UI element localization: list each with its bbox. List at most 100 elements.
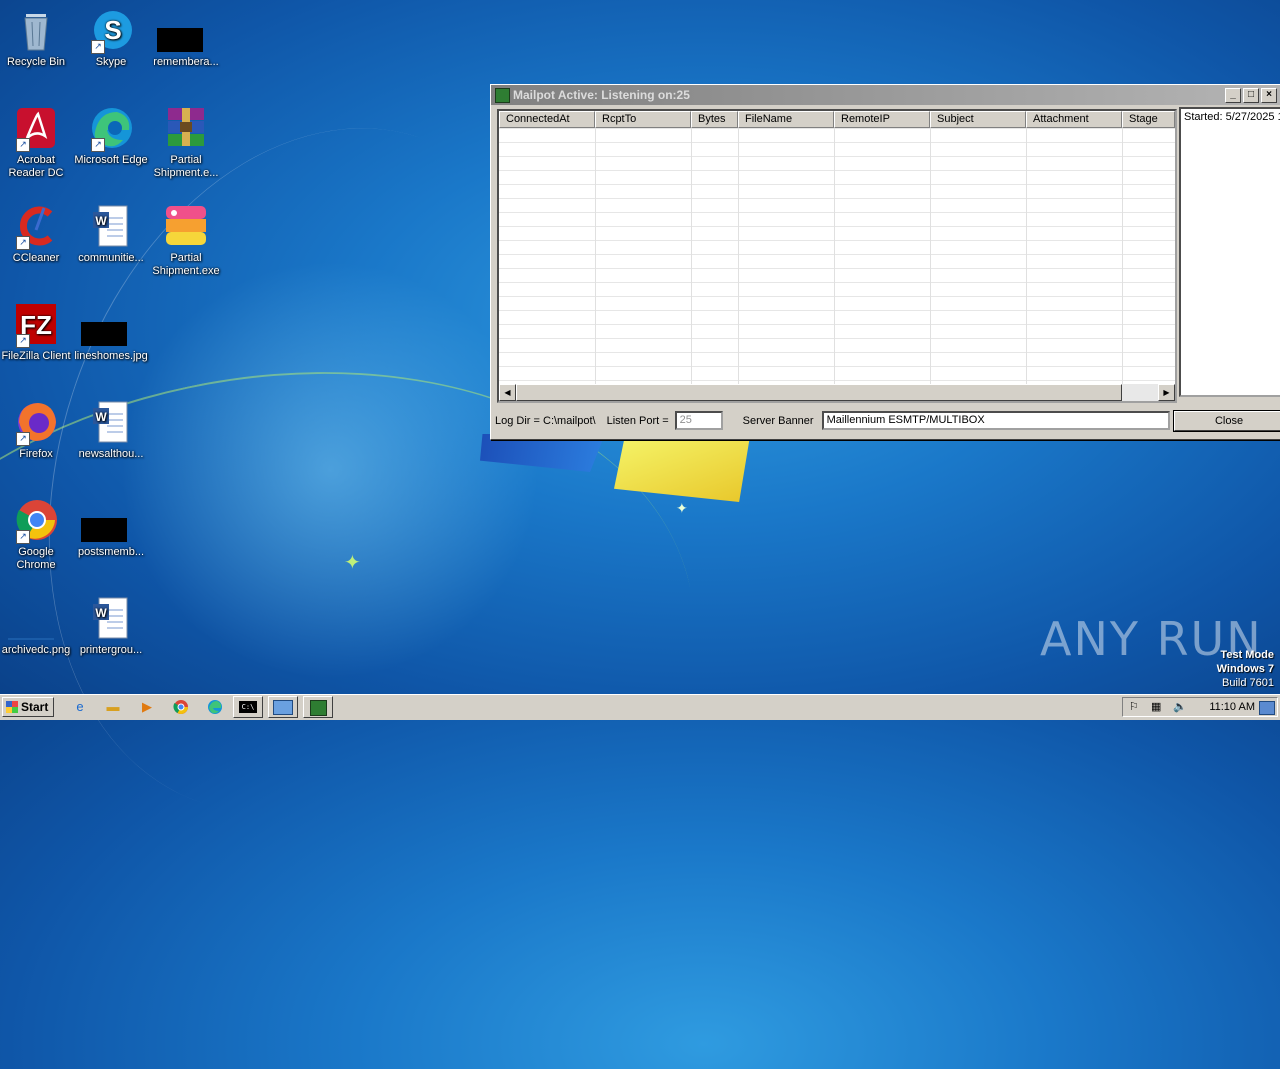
log-pane[interactable]: Started: 5/27/2025 1: [1179, 107, 1280, 397]
file-explorer-icon[interactable]: ▬: [103, 698, 123, 716]
ccleaner-icon: ↗: [14, 204, 58, 250]
black-file-icon: [81, 498, 133, 542]
desktop-icon-label: printergrou...: [79, 644, 143, 656]
grid-line: [738, 128, 739, 384]
desktop-icon-label: Microsoft Edge: [74, 154, 148, 166]
word-document-icon: W: [89, 204, 133, 248]
mailpot-taskbar-icon: [309, 700, 327, 716]
log-dir-label: Log Dir = C:\mailpot\: [495, 414, 596, 427]
column-header-remoteip[interactable]: RemoteIP: [834, 111, 930, 128]
test-mode-notice: Test Mode Windows 7 Build 7601: [1217, 648, 1274, 690]
scrollbar-track[interactable]: [1122, 384, 1158, 401]
desktop-icon-skype[interactable]: S ↗ Skype: [73, 8, 149, 69]
desktop-icon-label: Firefox: [19, 448, 53, 460]
shortcut-arrow-icon: ↗: [16, 236, 30, 250]
column-header-rcptto[interactable]: RcptTo: [595, 111, 691, 128]
horizontal-scrollbar[interactable]: ◀ ▶: [499, 384, 1175, 401]
filezilla-icon: FZ ↗: [14, 302, 58, 348]
desktop-icon-postsmemb[interactable]: postsmemb...: [73, 498, 149, 559]
desktop-icon-filezilla[interactable]: FZ ↗ FileZilla Client: [0, 302, 74, 363]
desktop-icon-label: archivedc.png: [1, 644, 71, 656]
column-header-connectedat[interactable]: ConnectedAt: [499, 111, 595, 128]
build-text: Build 7601: [1222, 677, 1274, 689]
desktop-icon-chrome[interactable]: ↗ Google Chrome: [0, 498, 74, 572]
window-title: Mailpot Active: Listening on:25: [513, 88, 690, 102]
shortcut-arrow-icon: ↗: [91, 40, 105, 54]
minimize-button[interactable]: _: [1225, 88, 1241, 103]
word-document-icon: W: [89, 596, 133, 640]
edge-icon: ↗: [89, 106, 133, 152]
svg-text:W: W: [95, 410, 107, 424]
start-label: Start: [21, 700, 49, 714]
edge-taskbar-icon[interactable]: [205, 698, 225, 716]
close-window-button[interactable]: ×: [1261, 88, 1277, 103]
desktop-icon-remembera[interactable]: remembera...: [148, 8, 224, 69]
column-header-filename[interactable]: FileName: [738, 111, 834, 128]
grid-line: [834, 128, 835, 384]
internet-explorer-icon[interactable]: e: [70, 698, 90, 716]
desktop-icon-recycle-bin[interactable]: Recycle Bin: [0, 8, 74, 69]
mailpot-app-icon: [495, 88, 510, 103]
connections-list[interactable]: ConnectedAt RcptTo Bytes FileName Remote…: [497, 109, 1177, 403]
sparkle-icon: ✦: [676, 500, 688, 516]
black-image-icon: [81, 302, 133, 346]
window-controls: _ □ ×: [1225, 88, 1277, 103]
acrobat-icon: ↗: [14, 106, 58, 152]
desktop-icon-label: lineshomes.jpg: [74, 350, 148, 362]
server-banner-label: Server Banner: [742, 414, 814, 427]
column-header-stage[interactable]: Stage: [1122, 111, 1175, 128]
grid-line: [1122, 128, 1123, 384]
desktop-icon-lineshomes[interactable]: lineshomes.jpg: [73, 302, 149, 363]
window-titlebar[interactable]: Mailpot Active: Listening on:25 _ □ ×: [491, 85, 1280, 105]
media-player-icon[interactable]: ▶: [137, 698, 157, 716]
start-button[interactable]: Start: [2, 697, 54, 717]
maximize-button[interactable]: □: [1243, 88, 1259, 103]
image-file-icon: [8, 596, 58, 640]
column-header-bytes[interactable]: Bytes: [691, 111, 738, 128]
windows-logo-icon: [6, 701, 18, 713]
list-grid: [499, 128, 1175, 384]
grid-line: [1026, 128, 1027, 384]
taskbar-mailpot-button[interactable]: [303, 696, 333, 718]
list-header: ConnectedAt RcptTo Bytes FileName Remote…: [499, 111, 1175, 128]
app-window-icon: [273, 700, 293, 715]
action-center-flag-icon[interactable]: ⚐: [1129, 700, 1139, 713]
black-file-icon: [157, 8, 208, 52]
svg-text:W: W: [95, 606, 107, 620]
shortcut-arrow-icon: ↗: [16, 138, 30, 152]
clock[interactable]: 11:10 AM: [1209, 701, 1255, 713]
taskbar-cmd-button[interactable]: C:\: [233, 696, 263, 718]
desktop-icon-printergrou[interactable]: W printergrou...: [73, 596, 149, 657]
close-button[interactable]: Close: [1173, 410, 1280, 432]
word-document-icon: W: [89, 400, 133, 444]
desktop-icon-ccleaner[interactable]: ↗ CCleaner: [0, 204, 74, 265]
desktop-icon-firefox[interactable]: ↗ Firefox: [0, 400, 74, 461]
scroll-right-icon[interactable]: ▶: [1158, 384, 1175, 401]
listen-port-field[interactable]: 25: [674, 411, 723, 430]
chrome-taskbar-icon[interactable]: [171, 698, 191, 716]
desktop-icon-partial-shipment-exe[interactable]: Partial Shipment.exe: [148, 204, 224, 278]
svg-text:S: S: [104, 15, 121, 45]
desktop-icon-label: Recycle Bin: [6, 56, 66, 68]
column-header-subject[interactable]: Subject: [930, 111, 1026, 128]
shortcut-arrow-icon: ↗: [16, 432, 30, 446]
svg-text:W: W: [95, 214, 107, 228]
mailpot-window: Mailpot Active: Listening on:25 _ □ × Co…: [490, 84, 1280, 440]
cmd-icon: C:\: [239, 701, 257, 713]
desktop-icon-acrobat[interactable]: ↗ Acrobat Reader DC: [0, 106, 74, 180]
taskbar-window-button[interactable]: [268, 696, 298, 718]
server-banner-field[interactable]: Maillennium ESMTP/MULTIBOX: [821, 411, 1170, 430]
scrollbar-thumb[interactable]: [516, 384, 1122, 401]
skype-icon: S ↗: [89, 8, 133, 54]
desktop-icon-edge[interactable]: ↗ Microsoft Edge: [73, 106, 149, 167]
desktop-icon-archivedc[interactable]: archivedc.png: [0, 596, 74, 657]
column-header-attachment[interactable]: Attachment: [1026, 111, 1122, 128]
scroll-left-icon[interactable]: ◀: [499, 384, 516, 401]
network-icon[interactable]: ▦: [1151, 700, 1161, 713]
desktop-icon-partial-shipment-winrar[interactable]: Partial Shipment.e...: [148, 106, 224, 180]
desktop-icon-newsalthou[interactable]: W newsalthou...: [73, 400, 149, 461]
show-desktop-icon[interactable]: [1259, 701, 1275, 715]
desktop-icon-communitie[interactable]: W communitie...: [73, 204, 149, 265]
volume-icon[interactable]: 🔈: [1173, 700, 1187, 713]
desktop-icon-label: Partial Shipment.exe: [152, 252, 220, 277]
